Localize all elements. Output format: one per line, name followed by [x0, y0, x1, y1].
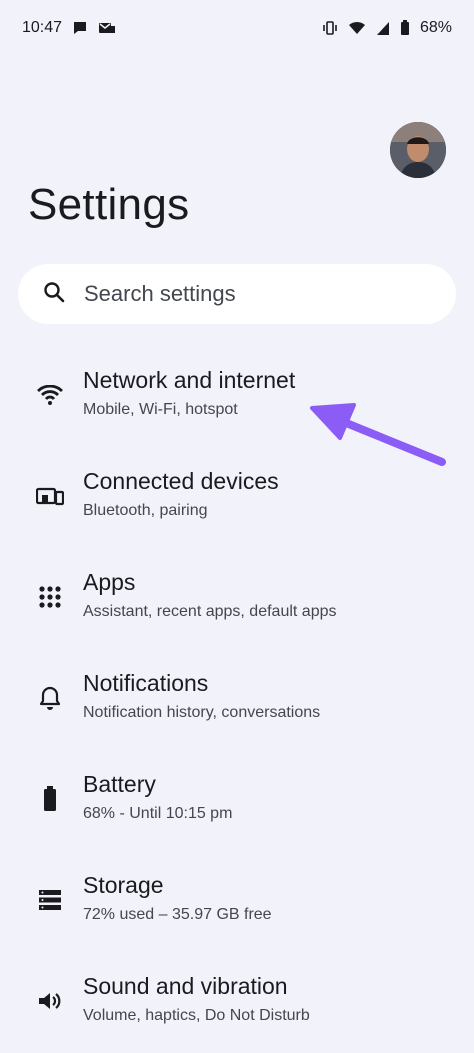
settings-item-sound[interactable]: Sound and vibration Volume, haptics, Do … — [0, 951, 474, 1041]
settings-item-battery[interactable]: Battery 68% - Until 10:15 pm — [0, 749, 474, 839]
vibrate-icon — [322, 20, 338, 36]
settings-item-notifications[interactable]: Notifications Notification history, conv… — [0, 648, 474, 738]
signal-icon — [376, 20, 390, 36]
search-icon — [42, 280, 66, 309]
settings-item-title: Notifications — [83, 670, 209, 696]
battery-icon — [36, 785, 64, 813]
settings-item-title: Apps — [83, 569, 136, 595]
settings-item-title: Connected devices — [83, 468, 279, 494]
mail-badge-icon — [98, 20, 116, 36]
annotation-arrow — [310, 403, 446, 466]
settings-item-title: Storage — [83, 872, 164, 898]
battery-status-icon — [400, 20, 410, 36]
settings-item-subtitle: 68% - Until 10:15 pm — [83, 805, 233, 822]
bell-icon — [36, 684, 64, 712]
devices-icon — [36, 482, 64, 510]
settings-item-title: Sound and vibration — [83, 973, 288, 999]
profile-photo — [390, 122, 446, 178]
page-title: Settings — [28, 180, 190, 229]
settings-item-subtitle: 72% used – 35.97 GB free — [83, 906, 272, 923]
apps-grid-icon — [36, 583, 64, 611]
settings-item-subtitle: Mobile, Wi-Fi, hotspot — [83, 401, 238, 418]
battery-percent: 68% — [419, 19, 452, 36]
status-time: 10:47 — [22, 19, 63, 36]
wifi-icon — [36, 381, 64, 409]
speaker-icon — [36, 987, 64, 1015]
settings-item-subtitle: Notification history, conversations — [83, 704, 321, 721]
wifi-status-icon — [348, 20, 366, 36]
search-placeholder: Search settings — [84, 281, 236, 306]
settings-item-title: Network and internet — [83, 367, 296, 393]
settings-item-subtitle: Assistant, recent apps, default apps — [83, 603, 337, 620]
settings-item-subtitle: Bluetooth, pairing — [83, 502, 208, 519]
settings-item-storage[interactable]: Storage 72% used – 35.97 GB free — [0, 850, 474, 940]
settings-item-title: Battery — [83, 771, 156, 797]
status-bar: 10:47 68% — [0, 0, 474, 56]
avatar[interactable] — [390, 122, 446, 178]
storage-icon — [36, 886, 64, 914]
search-input[interactable]: Search settings — [18, 264, 456, 324]
settings-item-apps[interactable]: Apps Assistant, recent apps, default app… — [0, 547, 474, 637]
settings-item-subtitle: Volume, haptics, Do Not Disturb — [83, 1007, 310, 1024]
chat-icon — [72, 20, 88, 36]
